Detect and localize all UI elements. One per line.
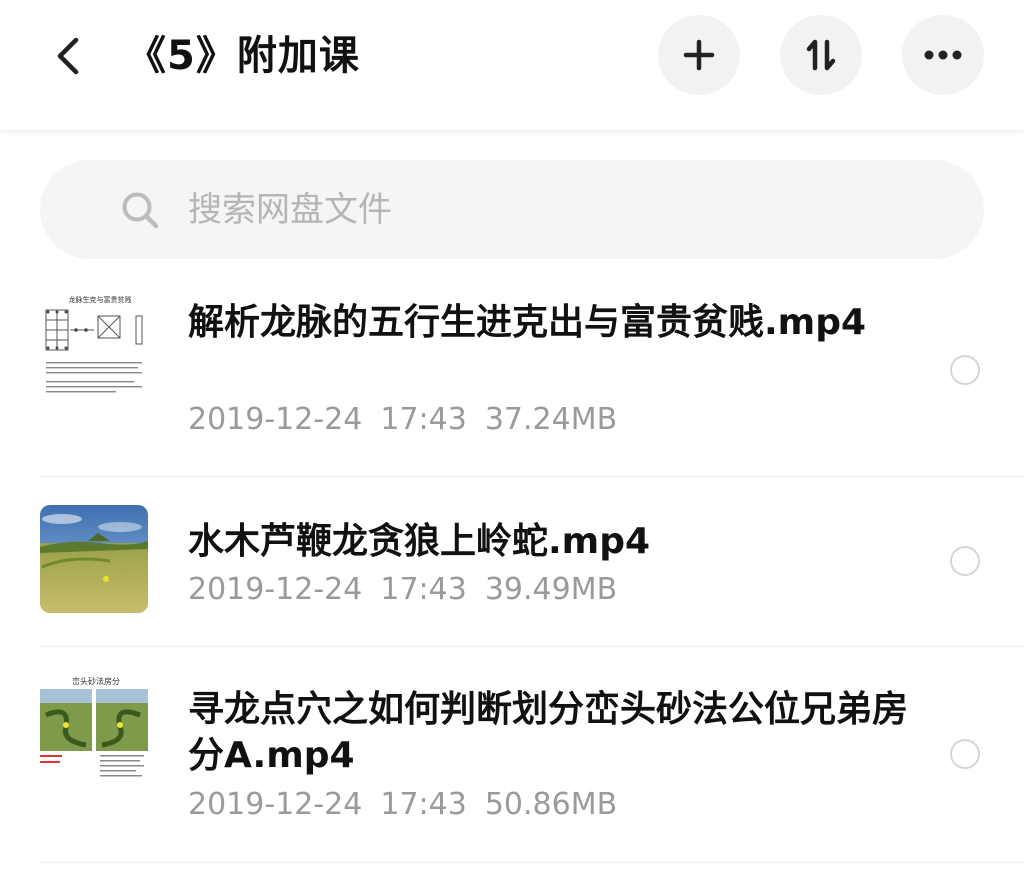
file-meta: 2019-12-24 17:43 50.86MB — [188, 785, 635, 825]
file-size: 37.24MB — [484, 402, 618, 437]
file-time: 17:43 — [380, 787, 467, 822]
thumbnail-caption: 龙脉生克与富贵贫贱 — [69, 295, 132, 304]
add-button[interactable] — [658, 15, 740, 95]
search-input[interactable] — [188, 182, 948, 238]
file-date: 2019-12-24 — [188, 572, 363, 607]
more-horizontal-icon — [924, 50, 962, 60]
file-date: 2019-12-24 — [188, 787, 363, 822]
file-name: 寻龙点穴之如何判断划分峦头砂法公位兄弟房分A.mp4 — [188, 689, 909, 776]
plus-icon — [683, 39, 715, 71]
divider — [40, 862, 1024, 863]
select-radio[interactable] — [950, 355, 980, 385]
file-time: 17:43 — [380, 572, 467, 607]
search-bar[interactable] — [40, 160, 984, 259]
file-name: 水木芦鞭龙贪狼上岭蛇.mp4 — [188, 521, 651, 562]
sort-icon — [806, 39, 836, 71]
file-size: 39.49MB — [484, 572, 618, 607]
page-title: 《5》附加课 — [126, 33, 360, 79]
file-row[interactable]: 龙脉生克与富贵贫贱 解析龙脉的五行生进克出与富贵贫贱.mp4 2019-12-2… — [0, 280, 1024, 476]
file-size: 50.86MB — [484, 787, 618, 822]
sort-button[interactable] — [780, 15, 862, 95]
file-thumbnail: 龙脉生克与富贵贫贱 — [40, 290, 148, 398]
back-button[interactable] — [44, 28, 92, 84]
select-radio[interactable] — [950, 546, 980, 576]
file-thumbnail: 峦头砂法房分 — [40, 675, 148, 783]
file-date: 2019-12-24 — [188, 402, 363, 437]
search-icon — [122, 192, 159, 229]
file-meta: 2019-12-24 17:43 37.24MB — [188, 400, 635, 440]
file-row[interactable]: 峦头砂法房分 寻龙点穴之如何判断划分峦头砂法公位兄弟房分A.mp4 2019-1… — [0, 647, 1024, 861]
thumbnail-caption: 峦头砂法房分 — [72, 676, 120, 686]
file-row[interactable]: 水木芦鞭龙贪狼上岭蛇.mp4 2019-12-24 17:43 39.49MB — [0, 477, 1024, 645]
select-radio[interactable] — [950, 739, 980, 769]
file-meta: 2019-12-24 17:43 39.49MB — [188, 570, 635, 610]
header-bar: 《5》附加课 — [0, 0, 1024, 131]
file-name: 解析龙脉的五行生进克出与富贵贫贱.mp4 — [188, 302, 867, 343]
file-thumbnail — [40, 505, 148, 613]
more-button[interactable] — [902, 15, 984, 95]
chevron-left-icon — [57, 37, 79, 75]
file-time: 17:43 — [380, 402, 467, 437]
